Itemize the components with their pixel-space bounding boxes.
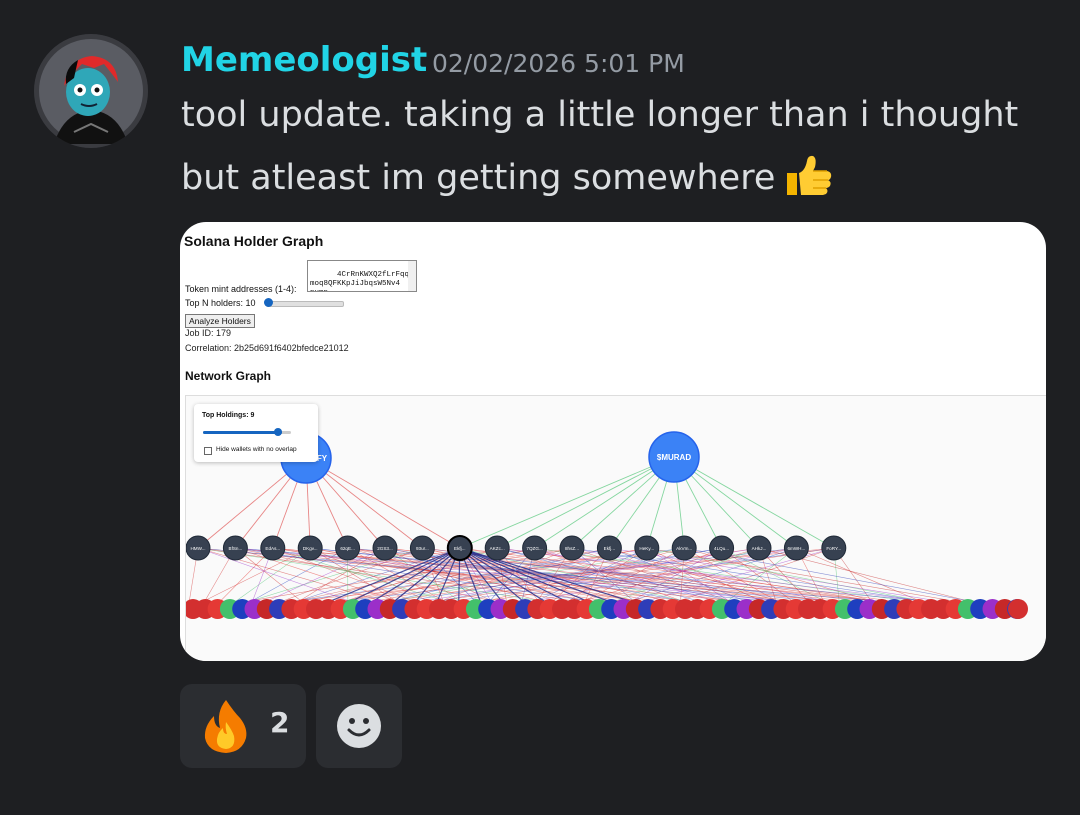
holder-label: FoRY...: [826, 546, 841, 551]
mint-label: Token mint addresses (1-4):: [185, 284, 297, 294]
hide-wallets-label: Hide wallets with no overlap: [216, 446, 297, 453]
message-text-line-1: tool update. taking a little longer than…: [181, 95, 1019, 135]
textarea-scrollbar[interactable]: [408, 261, 416, 291]
holder-label: 7QZG...: [526, 546, 542, 551]
holder-label: AkVm...: [676, 546, 692, 551]
avatar-image: [34, 34, 148, 148]
holder-label: BfSn...: [229, 546, 243, 551]
top-holdings-slider-thumb[interactable]: [274, 428, 282, 436]
reaction-count: 2: [270, 706, 290, 739]
holder-label: Ekfj...: [454, 546, 466, 551]
smiley-add-icon: [337, 704, 381, 748]
holder-label: DKgv...: [303, 546, 318, 551]
holder-label: Ekfj...: [604, 546, 616, 551]
token-label: $MURAD: [657, 453, 691, 462]
holder-label: 93ur...: [416, 546, 429, 551]
message-text-line-2-text: but atleast im getting somewhere: [181, 158, 776, 198]
topn-slider[interactable]: [266, 301, 344, 307]
avatar[interactable]: [34, 34, 148, 148]
job-id: Job ID: 179: [185, 328, 232, 338]
top-holdings-slider-fill: [203, 431, 283, 434]
topn-slider-thumb[interactable]: [264, 298, 273, 307]
fire-icon: [196, 696, 256, 760]
holder-label: AHkJ...: [752, 546, 767, 551]
mint-addresses-value: 4CrRnKWXQ2fLrFqqHvnq moq8QFKKpJiJbqsW5Nv…: [310, 271, 416, 291]
correlation-id: Correlation: 2b25d691f6402bfedce21012: [185, 343, 349, 353]
graph-control-panel: Top Holdings: 9 Hide wallets with no ove…: [194, 404, 318, 462]
network-graph[interactable]: FY $MURAD HMW... BfSn... EdAs... DKgv... 62qE.…: [185, 395, 1046, 661]
topn-label: Top N holders: 10: [185, 298, 256, 308]
holder-label: AKZc...: [490, 546, 505, 551]
thumbs-up-icon: [783, 153, 835, 198]
analyze-holders-button[interactable]: Analyze Holders: [185, 314, 255, 328]
holder-label: 6mWH...: [787, 546, 805, 551]
app-title: Solana Holder Graph: [184, 233, 324, 249]
add-reaction-button[interactable]: [316, 684, 402, 768]
holder-label: HeKy...: [639, 546, 654, 551]
holder-label: 2GS3...: [377, 546, 393, 551]
image-attachment[interactable]: Solana Holder Graph Token mint addresses…: [180, 222, 1046, 661]
holder-label: 8hsZ...: [565, 546, 579, 551]
token-label: FY: [317, 454, 328, 463]
holder-graph-app: Solana Holder Graph Token mint addresses…: [180, 222, 1046, 661]
holder-label: EdAs...: [265, 546, 280, 551]
mint-addresses-textarea[interactable]: 4CrRnKWXQ2fLrFqqHvnq moq8QFKKpJiJbqsW5Nv…: [307, 260, 417, 292]
timestamp: 02/02/2026 5:01 PM: [432, 49, 685, 78]
holder-label: 62qE...: [340, 546, 355, 551]
holder-label: 4LQu...: [714, 546, 729, 551]
message-text-line-2: but atleast im getting somewhere: [181, 153, 835, 198]
username[interactable]: Memeologist: [181, 40, 427, 80]
hide-wallets-checkbox[interactable]: [204, 447, 212, 455]
top-holdings-label: Top Holdings: 9: [202, 412, 255, 419]
network-graph-title: Network Graph: [185, 369, 272, 383]
reaction-fire[interactable]: 2: [180, 684, 306, 768]
holder-label: HMW...: [190, 546, 205, 551]
leaf-node: [1008, 599, 1028, 619]
